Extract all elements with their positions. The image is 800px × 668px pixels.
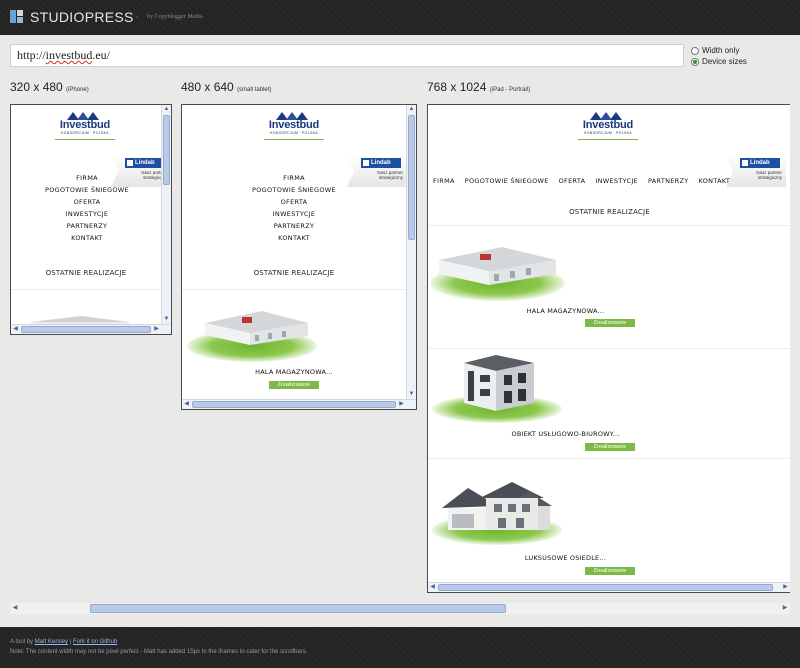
small-tablet-frame[interactable]: Investbud KONSORCJUM · POLSKA Lindab Nas… — [181, 104, 417, 410]
scroll-thumb[interactable] — [438, 584, 773, 591]
ipad-horizontal-scrollbar[interactable]: ◀ ▶ — [428, 582, 790, 592]
scroll-thumb[interactable] — [163, 115, 170, 185]
project-title[interactable]: HALA MAGAZYNOWA... — [182, 368, 406, 376]
site-menu: FIRMA POGOTOWIE ŚNIEGOWE OFERTA INWESTYC… — [433, 177, 730, 185]
lindab-badge[interactable]: Lindab Nasz partner strategiczny — [726, 155, 786, 187]
scroll-thumb[interactable] — [90, 604, 506, 613]
menu-item-inwestycje[interactable]: INWESTYCJE — [232, 208, 356, 220]
byline: » by Copyblogger Media — [136, 14, 203, 20]
menu-item-pogotowie[interactable]: POGOTOWIE ŚNIEGOWE — [25, 184, 149, 196]
iphone-frame[interactable]: Investbud KONSORCJUM · POLSKA Lindab Nas… — [10, 104, 172, 335]
menu-item-oferta[interactable]: OFERTA — [25, 196, 149, 208]
scroll-right-icon[interactable]: ▶ — [397, 400, 406, 409]
project-title[interactable]: OBIEKT USŁUGOWO-BIUROWY... — [428, 430, 703, 438]
divider — [182, 289, 406, 290]
tablet-horizontal-scrollbar[interactable]: ◀ ▶ — [182, 399, 416, 409]
divider — [11, 289, 161, 290]
footer-note: Note: The content width may not be pixel… — [10, 649, 308, 655]
ipad-label: 768 x 1024 (iPad - Portrait) — [427, 80, 531, 94]
scroll-right-icon[interactable]: ▶ — [781, 583, 790, 592]
top-bar: STUDIOPRESS » by Copyblogger Media — [0, 0, 800, 35]
divider — [428, 348, 790, 349]
scroll-left-icon[interactable]: ◀ — [11, 325, 20, 334]
section-title: OSTATNIE REALIZACJE — [253, 269, 335, 277]
warehouse-image[interactable] — [434, 240, 559, 290]
scroll-down-icon[interactable]: ▼ — [162, 315, 171, 324]
device-sizes-radio[interactable] — [691, 57, 699, 66]
tablet-vertical-scrollbar[interactable]: ▲ ▼ — [406, 105, 416, 399]
divider — [428, 458, 790, 459]
lindab-badge[interactable]: Lindab Nasz partner strategiczny — [347, 155, 407, 187]
scroll-thumb[interactable] — [408, 115, 415, 240]
office-building-image[interactable] — [456, 353, 541, 415]
menu-item-firma[interactable]: FIRMA — [232, 172, 356, 184]
project-title[interactable]: HALA MAGAZYNOWA... — [428, 307, 703, 315]
menu-item-kontakt[interactable]: KONTAKT — [699, 177, 731, 185]
brand-title[interactable]: STUDIOPRESS — [30, 9, 134, 25]
menu-item-partnerzy[interactable]: PARTNERZY — [25, 220, 149, 232]
studiopress-logo-icon — [10, 10, 23, 23]
site-menu: FIRMA POGOTOWIE ŚNIEGOWE OFERTA INWESTYC… — [25, 172, 149, 244]
small-tablet-label: 480 x 640 (small tablet) — [181, 80, 272, 94]
menu-item-kontakt[interactable]: KONTAKT — [232, 232, 356, 244]
menu-item-inwestycje[interactable]: INWESTYCJE — [25, 208, 149, 220]
section-title: OSTATNIE REALIZACJE — [45, 269, 127, 277]
author-link[interactable]: Matt Kersley — [35, 639, 68, 645]
site-logo[interactable]: Investbud KONSORCJUM · POLSKA — [254, 111, 334, 140]
scroll-right-icon[interactable]: ▶ — [152, 325, 161, 334]
iphone-vertical-scrollbar[interactable]: ▲ ▼ — [161, 105, 171, 324]
menu-item-partnerzy[interactable]: PARTNERZY — [648, 177, 689, 185]
section-title: OSTATNIE REALIZACJE — [569, 208, 650, 216]
project-title[interactable]: LUKSUSOWE OSIEDLE... — [428, 554, 703, 562]
house-image[interactable] — [440, 480, 555, 535]
footer-credits: A tool by Matt Kersley | Fork it on Gith… — [10, 639, 118, 645]
site-menu: FIRMA POGOTOWIE ŚNIEGOWE OFERTA INWESTYC… — [232, 172, 356, 244]
status-badge: Zrealizowane — [585, 567, 635, 575]
iphone-label: 320 x 480 (iPhone) — [10, 80, 89, 94]
scroll-left-icon[interactable]: ◀ — [10, 603, 20, 614]
menu-item-inwestycje[interactable]: INWESTYCJE — [595, 177, 638, 185]
width-only-radio[interactable] — [691, 46, 699, 55]
scroll-up-icon[interactable]: ▲ — [407, 105, 416, 114]
scroll-up-icon[interactable]: ▲ — [162, 105, 171, 114]
width-only-option[interactable]: Width only — [691, 46, 739, 55]
iphone-horizontal-scrollbar[interactable]: ◀ ▶ — [11, 324, 171, 334]
menu-item-oferta[interactable]: OFERTA — [559, 177, 586, 185]
menu-item-pogotowie[interactable]: POGOTOWIE ŚNIEGOWE — [232, 184, 356, 196]
page-horizontal-scrollbar[interactable]: ◀ ▶ — [10, 603, 790, 614]
scroll-left-icon[interactable]: ◀ — [428, 583, 437, 592]
scroll-right-icon[interactable]: ▶ — [780, 603, 790, 614]
scroll-left-icon[interactable]: ◀ — [182, 400, 191, 409]
menu-item-firma[interactable]: FIRMA — [433, 177, 455, 185]
status-badge: Zrealizowane — [585, 443, 635, 451]
menu-item-firma[interactable]: FIRMA — [25, 172, 149, 184]
divider — [428, 225, 790, 226]
scroll-thumb[interactable] — [192, 401, 396, 408]
device-sizes-option[interactable]: Device sizes — [691, 57, 747, 66]
ipad-frame[interactable]: Investbud KONSORCJUM · POLSKA Lindab Nas… — [427, 104, 790, 593]
github-fork-link[interactable]: Fork it on Github — [73, 639, 117, 645]
status-badge: Zrealizowane — [585, 319, 635, 327]
site-logo[interactable]: Investbud KONSORCJUM · POLSKA — [45, 111, 125, 140]
url-input[interactable]: http://investbud.eu/ — [10, 44, 684, 67]
menu-item-partnerzy[interactable]: PARTNERZY — [232, 220, 356, 232]
menu-item-oferta[interactable]: OFERTA — [232, 196, 356, 208]
menu-item-kontakt[interactable]: KONTAKT — [25, 232, 149, 244]
scroll-thumb[interactable] — [21, 326, 151, 333]
scroll-down-icon[interactable]: ▼ — [407, 390, 416, 399]
footer: A tool by Matt Kersley | Fork it on Gith… — [0, 627, 800, 668]
menu-item-pogotowie[interactable]: POGOTOWIE ŚNIEGOWE — [465, 177, 549, 185]
warehouse-image[interactable] — [200, 305, 310, 350]
status-badge: Zrealizowane — [269, 381, 319, 389]
site-logo[interactable]: Investbud KONSORCJUM · POLSKA — [568, 111, 648, 140]
